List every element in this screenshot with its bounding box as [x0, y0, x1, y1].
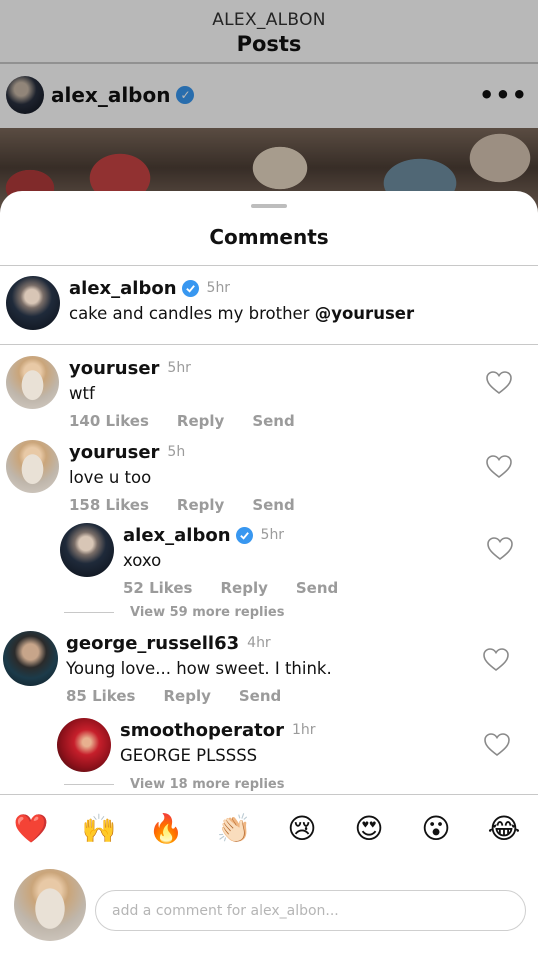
commenter-avatar[interactable] — [60, 523, 114, 577]
comment-text: Young love... how sweet. I think. — [66, 659, 332, 678]
caption-avatar[interactable] — [6, 276, 60, 330]
comment-text: xoxo — [123, 551, 162, 570]
commenter-avatar[interactable] — [57, 718, 111, 772]
laughing-emoji-icon[interactable]: 😂 — [486, 813, 522, 845]
comment-time: 1hr — [291, 722, 316, 738]
post-caption: alex_albon 5hr cake and candles my broth… — [0, 266, 538, 344]
reply-button[interactable]: Reply — [163, 687, 210, 705]
comment-username[interactable]: george_russell63 — [66, 633, 239, 654]
like-heart-icon[interactable] — [486, 536, 514, 562]
verified-badge-icon — [181, 279, 199, 297]
comment-item: youruser 5hr wtf 140 Likes Reply Send — [6, 356, 323, 430]
view-more-replies[interactable]: View 18 more replies — [64, 777, 285, 792]
like-heart-icon[interactable] — [485, 370, 513, 396]
heart-emoji-icon[interactable]: ❤️ — [13, 813, 49, 845]
verified-badge-icon — [235, 526, 253, 544]
sheet-drag-handle[interactable] — [251, 204, 287, 208]
clapping-emoji-icon[interactable]: 👏🏻 — [216, 813, 252, 845]
crying-emoji-icon[interactable]: 😢 — [284, 813, 320, 845]
comment-item: youruser 5h love u too 158 Likes Reply S… — [6, 440, 323, 514]
like-heart-icon[interactable] — [482, 647, 510, 673]
comment-time: 5hr — [260, 527, 285, 543]
divider — [0, 344, 538, 345]
reply-button[interactable]: Reply — [177, 496, 224, 514]
comment-text: wtf — [69, 384, 95, 403]
reply-item: smoothoperator 1hr GEORGE PLSSSS — [57, 718, 316, 772]
comment-username[interactable]: smoothoperator — [120, 720, 284, 741]
view-more-replies-label[interactable]: View 59 more replies — [130, 605, 285, 620]
raised-hands-emoji-icon[interactable]: 🙌 — [81, 813, 117, 845]
comments-title: Comments — [209, 225, 329, 249]
current-user-avatar[interactable] — [14, 869, 86, 941]
comment-time: 4hr — [247, 635, 271, 651]
caption-username[interactable]: alex_albon — [69, 278, 177, 299]
comment-compose-row — [0, 865, 538, 960]
commenter-avatar[interactable] — [6, 356, 59, 409]
comment-text: love u too — [69, 468, 152, 487]
divider — [64, 784, 114, 785]
reply-button[interactable]: Reply — [220, 579, 267, 597]
commenter-avatar[interactable] — [3, 631, 58, 686]
comment-time: 5h — [167, 444, 186, 460]
comment-time: 5hr — [167, 360, 191, 376]
likes-count[interactable]: 140 Likes — [69, 412, 149, 430]
send-button[interactable]: Send — [239, 687, 281, 705]
send-button[interactable]: Send — [252, 412, 294, 430]
fire-emoji-icon[interactable]: 🔥 — [148, 813, 184, 845]
comment-username[interactable]: youruser — [69, 442, 159, 463]
comment-text: GEORGE PLSSSS — [120, 746, 258, 765]
likes-count[interactable]: 158 Likes — [69, 496, 149, 514]
view-more-replies[interactable]: View 59 more replies — [64, 605, 285, 620]
commenter-avatar[interactable] — [6, 440, 59, 493]
caption-time: 5hr — [206, 280, 231, 296]
surprised-emoji-icon[interactable]: 😮 — [418, 813, 454, 845]
mention-link[interactable]: @youruser — [315, 304, 414, 323]
like-heart-icon[interactable] — [485, 454, 513, 480]
likes-count[interactable]: 85 Likes — [66, 687, 135, 705]
comment-input[interactable] — [95, 890, 526, 931]
view-more-replies-label[interactable]: View 18 more replies — [130, 777, 285, 792]
comment-username[interactable]: alex_albon — [123, 525, 231, 546]
caption-text: cake and candles my brother @youruser — [69, 304, 415, 323]
emoji-reaction-bar: ❤️ 🙌 🔥 👏🏻 😢 😍 😮 😂 — [0, 795, 538, 865]
send-button[interactable]: Send — [252, 496, 294, 514]
likes-count[interactable]: 52 Likes — [123, 579, 192, 597]
reply-item: alex_albon 5hr xoxo 52 Likes Reply Send — [60, 523, 366, 597]
divider — [64, 612, 114, 613]
send-button[interactable]: Send — [296, 579, 338, 597]
heart-eyes-emoji-icon[interactable]: 😍 — [351, 813, 387, 845]
comment-username[interactable]: youruser — [69, 358, 159, 379]
comment-item: george_russell63 4hr Young love... how s… — [3, 631, 332, 705]
comments-sheet: Comments alex_albon 5hr cake and candles… — [0, 191, 538, 960]
like-heart-icon[interactable] — [483, 732, 511, 758]
reply-button[interactable]: Reply — [177, 412, 224, 430]
